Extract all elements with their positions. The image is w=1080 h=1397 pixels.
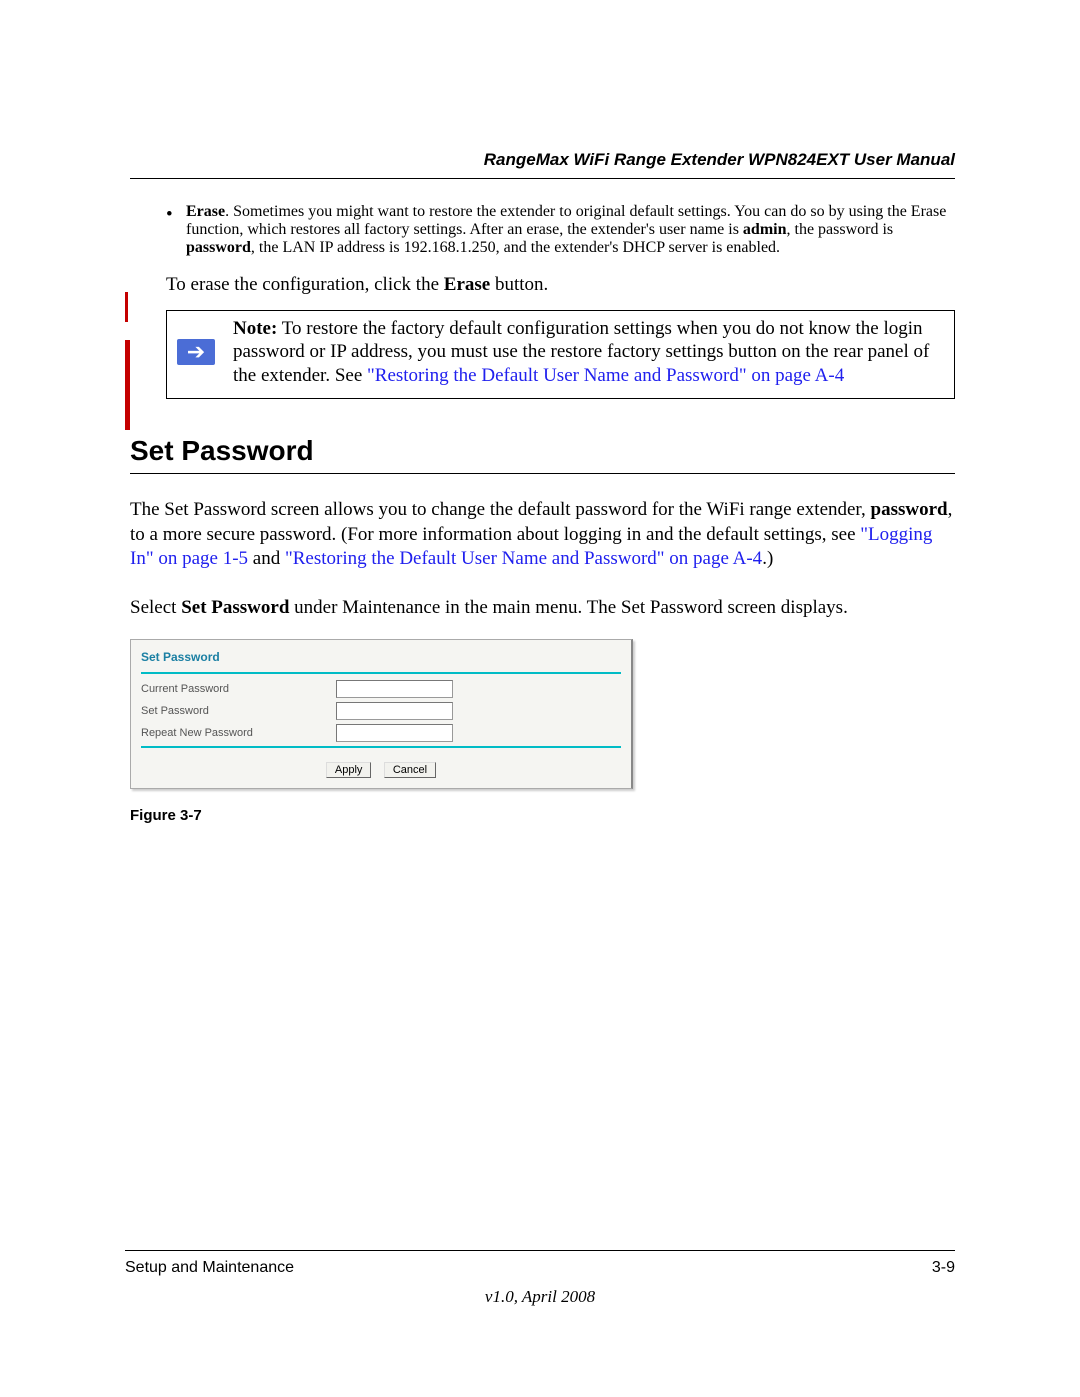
note-arrow-icon: ➔ xyxy=(177,339,215,365)
bullet-item-erase: • Erase. Sometimes you might want to res… xyxy=(166,203,955,259)
bullet-text: Erase. Sometimes you might want to resto… xyxy=(186,203,955,259)
document-header-title: RangeMax WiFi Range Extender WPN824EXT U… xyxy=(130,150,955,170)
note-box: ➔ Note: To restore the factory default c… xyxy=(166,310,955,399)
form-row-set-password: Set Password xyxy=(131,700,631,722)
label-set-password: Set Password xyxy=(141,705,336,717)
text: To erase the configuration, click the xyxy=(166,274,444,295)
erase-button-word: Erase xyxy=(444,274,490,295)
password-word: password xyxy=(186,239,251,256)
panel-divider xyxy=(141,746,621,748)
paragraph: The Set Password screen allows you to ch… xyxy=(130,498,955,572)
input-repeat-password[interactable] xyxy=(336,724,453,742)
figure-label: Figure 3-7 xyxy=(130,807,955,824)
admin-word: admin xyxy=(743,221,787,238)
page-number: 3-9 xyxy=(932,1259,955,1277)
text: .) xyxy=(762,548,773,569)
panel-title: Set Password xyxy=(131,640,631,670)
section-heading-set-password: Set Password xyxy=(130,435,955,467)
screenshot-set-password: Set Password Current Password Set Passwo… xyxy=(130,639,633,789)
text: The Set Password screen allows you to ch… xyxy=(130,499,871,520)
apply-button[interactable]: Apply xyxy=(326,762,372,778)
footer-section: Setup and Maintenance xyxy=(125,1259,294,1277)
text: button. xyxy=(490,274,548,295)
text: under Maintenance in the main menu. The … xyxy=(289,597,847,618)
input-set-password[interactable] xyxy=(336,702,453,720)
footer-version: v1.0, April 2008 xyxy=(125,1287,955,1307)
text: , the password is xyxy=(787,221,894,238)
form-row-current-password: Current Password xyxy=(131,678,631,700)
text: , the LAN IP address is 192.168.1.250, a… xyxy=(251,239,780,256)
paragraph: Select Set Password under Maintenance in… xyxy=(130,596,955,621)
change-bar xyxy=(125,340,130,430)
section-rule xyxy=(130,473,955,474)
label-repeat-password: Repeat New Password xyxy=(141,727,336,739)
cancel-button[interactable]: Cancel xyxy=(384,762,436,778)
text: Select xyxy=(130,597,181,618)
label-current-password: Current Password xyxy=(141,683,336,695)
password-word: password xyxy=(871,499,948,520)
link-restore-default[interactable]: "Restoring the Default User Name and Pas… xyxy=(367,365,844,386)
panel-divider xyxy=(141,672,621,674)
erase-label: Erase xyxy=(186,203,225,220)
set-password-word: Set Password xyxy=(181,597,289,618)
bullet-marker: • xyxy=(166,203,186,228)
note-text: Note: To restore the factory default con… xyxy=(233,317,944,388)
footer-rule xyxy=(125,1250,955,1251)
header-rule xyxy=(130,178,955,179)
text: and xyxy=(248,548,285,569)
link-restore-default[interactable]: "Restoring the Default User Name and Pas… xyxy=(285,548,762,569)
change-bar xyxy=(125,292,128,322)
erase-instruction: To erase the configuration, click the Er… xyxy=(166,273,955,298)
note-label: Note: xyxy=(233,318,277,339)
input-current-password[interactable] xyxy=(336,680,453,698)
form-row-repeat-password: Repeat New Password xyxy=(131,722,631,744)
